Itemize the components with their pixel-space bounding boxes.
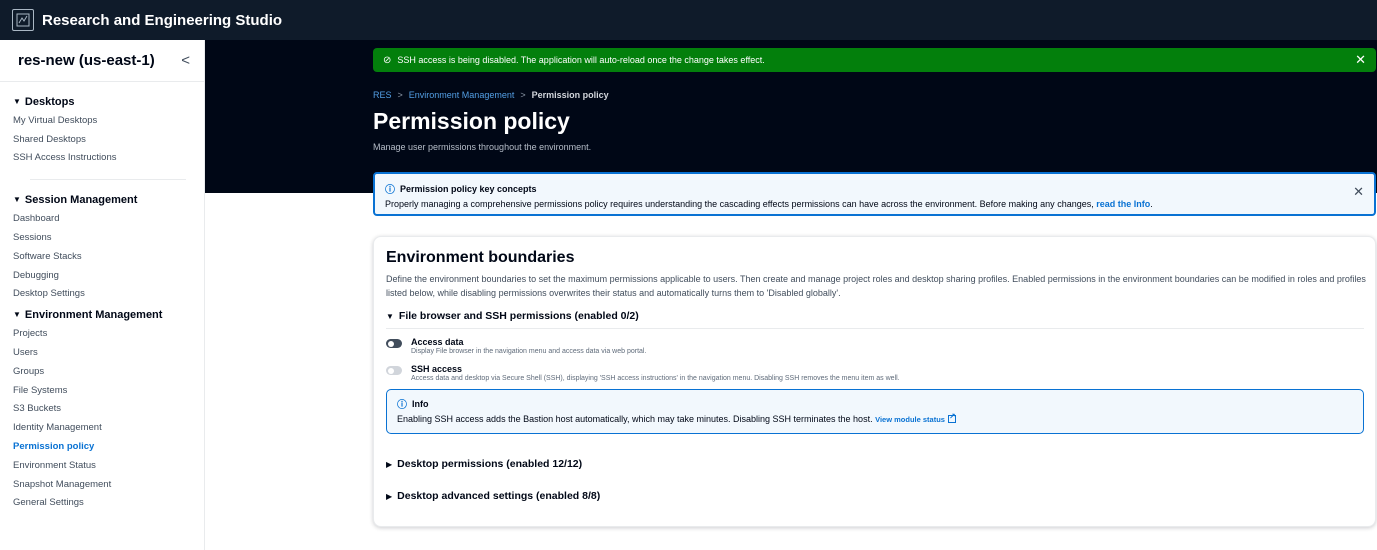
card-title: Environment boundaries [386,249,575,266]
caret-down-icon: ▼ [13,310,21,320]
permission-description: Access data and desktop via Secure Shell… [411,375,900,382]
info-icon: ⓘ [385,185,395,196]
sidebar-item-projects[interactable]: Projects [13,324,204,343]
permission-access-data: Access data Display File browser in the … [386,337,1363,355]
sidebar-section-environment-management: ▼ Environment Management Projects Users G… [0,305,204,512]
page-title: Permission policy [373,108,570,134]
sidebar-item-debugging[interactable]: Debugging [13,266,204,285]
top-navigation: Research and Engineering Studio [0,0,1377,40]
permission-name: SSH access [411,364,463,374]
sidebar-item-desktop-settings[interactable]: Desktop Settings [13,285,204,304]
sidebar-item-dashboard[interactable]: Dashboard [13,209,204,228]
key-concepts-info-banner: ⓘ Permission policy key concepts Properl… [373,172,1376,216]
side-navigation: res-new (us-east-1) < ▼ Desktops My Virtu… [0,40,205,550]
access-data-toggle[interactable] [386,339,402,348]
permission-description: Display File browser in the navigation m… [411,348,647,355]
check-circle-icon: ⊘ [383,54,392,66]
caret-right-icon: ▶ [386,459,393,469]
ssh-info-alert: ⓘ Info Enabling SSH access adds the Bast… [386,389,1364,434]
sidebar-divider [30,179,186,181]
sidebar-item-environment-status[interactable]: Environment Status [13,456,204,475]
desktop-advanced-settings-section-toggle[interactable]: ▶ Desktop advanced settings (enabled 8/8… [386,490,1363,502]
view-module-status-link[interactable]: View module status [875,412,956,424]
caret-down-icon: ▼ [386,311,394,321]
breadcrumb-current: Permission policy [531,90,609,100]
ssh-access-toggle[interactable] [386,366,402,375]
card-description: Define the environment boundaries to set… [386,274,1366,298]
permission-ssh-access: SSH access Access data and desktop via S… [386,364,1363,382]
sidebar-section-toggle[interactable]: ▼ Desktops [13,92,204,111]
caret-down-icon: ▼ [13,195,21,205]
sidebar-item-my-virtual-desktops[interactable]: My Virtual Desktops [13,111,204,130]
sidebar-item-users[interactable]: Users [13,343,204,362]
info-alert-body: Enabling SSH access adds the Bastion hos… [397,412,1353,424]
sidebar-item-shared-desktops[interactable]: Shared Desktops [13,130,204,149]
success-flash-message: ⊘ SSH access is being disabled. The appl… [373,48,1376,72]
desktop-permissions-section-toggle[interactable]: ▶ Desktop permissions (enabled 12/12) [386,458,1363,470]
section-divider [386,328,1364,329]
app-logo-icon[interactable] [12,9,34,31]
sidebar-item-s3-buckets[interactable]: S3 Buckets [13,400,204,419]
read-the-info-link[interactable]: read the Info [1096,199,1150,209]
sidebar-item-identity-management[interactable]: Identity Management [13,418,204,437]
chevron-right-icon: > [520,90,526,100]
breadcrumb-link-res[interactable]: RES [373,90,392,100]
sidebar-item-general-settings[interactable]: General Settings [13,494,204,513]
info-icon: ⓘ [397,400,407,411]
info-alert-header: ⓘ Info [397,396,1353,412]
collapse-sidebar-icon[interactable]: < [181,52,190,69]
page-description: Manage user permissions throughout the e… [373,142,592,152]
sidebar-section-toggle[interactable]: ▼ Session Management [13,190,204,209]
file-browser-ssh-section-toggle[interactable]: ▼ File browser and SSH permissions (enab… [386,310,1363,322]
caret-down-icon: ▼ [13,97,21,106]
chevron-right-icon: > [397,90,403,100]
info-banner-header: ⓘ Permission policy key concepts [385,181,1364,197]
sidebar-section-session-management: ▼ Session Management Dashboard Sessions S… [0,190,204,303]
close-icon[interactable]: ✕ [1353,184,1364,200]
info-banner-body: Properly managing a comprehensive permis… [385,199,1153,209]
flash-text: SSH access is being disabled. The applic… [397,55,765,65]
environment-boundaries-card: Environment boundaries Define the enviro… [373,236,1376,527]
breadcrumb: RES > Environment Management > Permissio… [373,90,609,100]
breadcrumb-link-environment-management[interactable]: Environment Management [409,90,515,100]
caret-right-icon: ▶ [386,491,393,501]
sidebar-section-toggle[interactable]: ▼ Environment Management [13,305,204,324]
sidebar-item-permission-policy[interactable]: Permission policy [13,437,204,456]
sidebar-section-desktops: ▼ Desktops My Virtual Desktops Shared Des… [0,92,204,167]
permission-name: Access data [411,337,464,347]
sidebar-title[interactable]: res-new (us-east-1) [18,52,155,69]
app-title[interactable]: Research and Engineering Studio [42,12,282,29]
sidebar-item-ssh-access-instructions[interactable]: SSH Access Instructions [13,149,204,168]
sidebar-header: res-new (us-east-1) < [0,40,204,82]
close-icon[interactable]: ✕ [1355,52,1366,68]
external-link-icon [947,412,956,423]
sidebar-item-groups[interactable]: Groups [13,362,204,381]
sidebar-item-software-stacks[interactable]: Software Stacks [13,247,204,266]
sidebar-item-file-systems[interactable]: File Systems [13,381,204,400]
sidebar-item-sessions[interactable]: Sessions [13,228,204,247]
sidebar-item-snapshot-management[interactable]: Snapshot Management [13,475,204,494]
